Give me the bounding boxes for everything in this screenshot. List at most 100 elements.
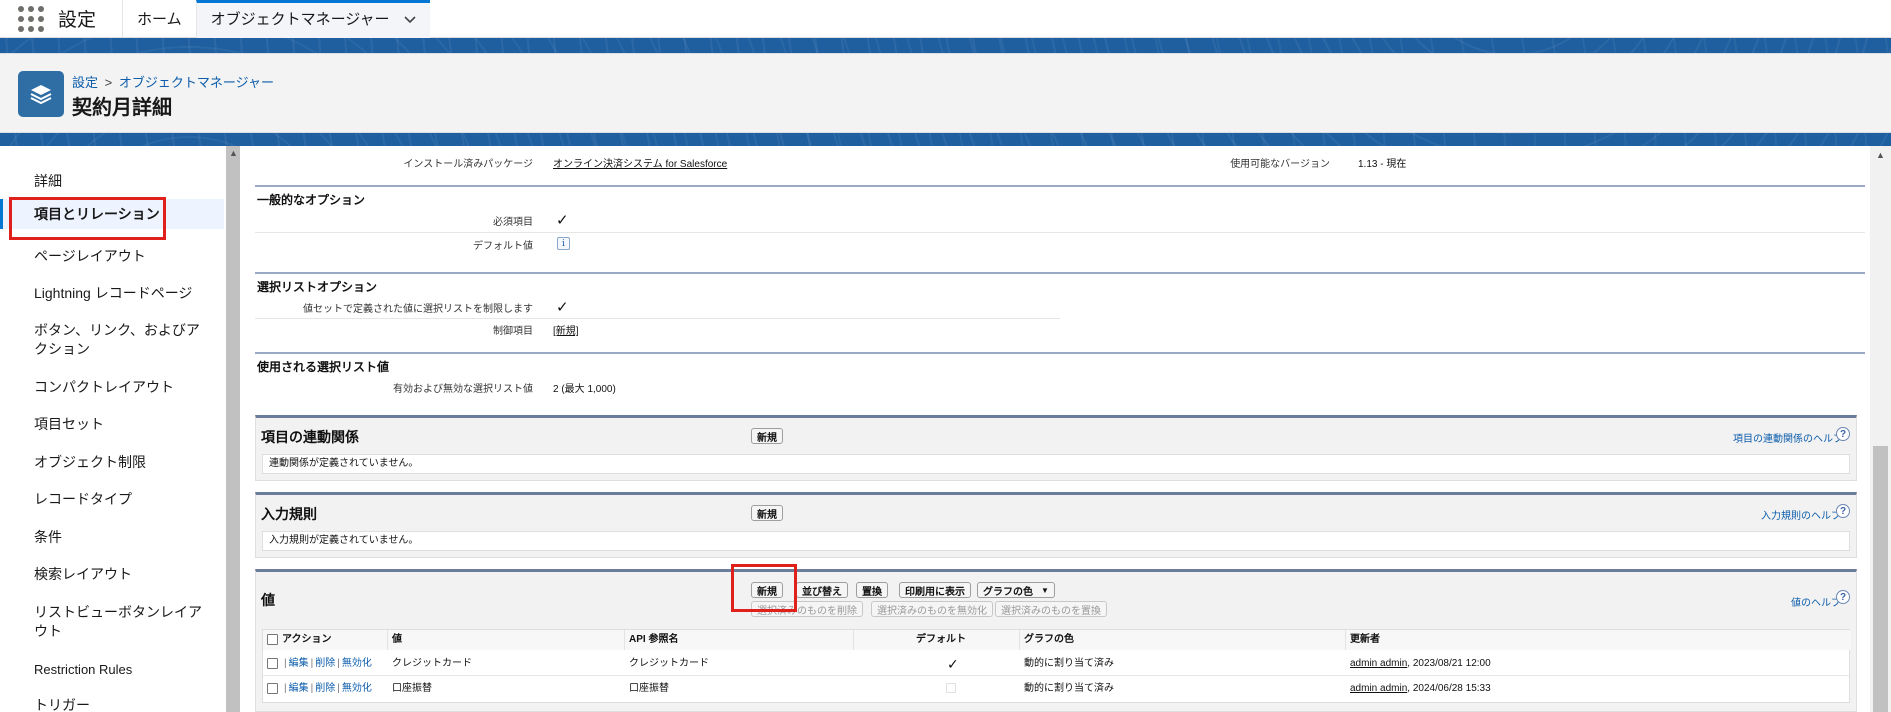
sidebar-item-triggers[interactable]: トリガー <box>0 696 224 712</box>
values-help-link[interactable]: 値のヘルプ <box>1791 594 1841 609</box>
breadcrumb-object-manager[interactable]: オブジェクトマネージャー <box>119 75 274 90</box>
modified-date: , 2023/08/21 12:00 <box>1407 658 1491 669</box>
chart-colors-dropdown[interactable]: グラフの色 ▼ <box>977 582 1055 598</box>
tab-home[interactable]: ホーム <box>122 0 196 38</box>
edit-link[interactable]: 編集 <box>289 683 309 694</box>
modified-user-link[interactable]: admin admin <box>1350 683 1407 694</box>
picklist-values-title: 使用される選択リスト値 <box>257 360 390 374</box>
delete-link[interactable]: 削除 <box>315 658 335 669</box>
tab-object-manager[interactable]: オブジェクトマネージャー <box>195 0 430 38</box>
sidebar-item-search-layouts[interactable]: 検索レイアウト <box>0 565 224 584</box>
page-header: 設定 > オブジェクトマネージャー 契約月詳細 <box>0 53 1891 133</box>
sidebar-item-list-view-button-layout[interactable]: リストビューボタンレイア <box>0 603 224 622</box>
sidebar-item-record-types[interactable]: レコードタイプ <box>0 490 224 509</box>
scroll-up-arrow-icon[interactable]: ▲ <box>229 148 238 158</box>
row-checkbox[interactable] <box>267 682 278 694</box>
sidebar-item-details[interactable]: 詳細 <box>0 172 224 191</box>
select-all-checkbox[interactable] <box>267 633 278 645</box>
row-checkbox[interactable] <box>267 657 278 669</box>
validation-empty-message: 入力規則が定義されていません。 <box>262 531 1850 551</box>
breadcrumb-separator: > <box>104 75 113 90</box>
app-launcher-icon[interactable] <box>16 4 46 34</box>
main-scroll-up-arrow-icon[interactable]: ▲ <box>1876 150 1885 160</box>
installed-package-link[interactable]: オンライン決済システム for Salesforce <box>553 155 727 170</box>
page-title: 契約月詳細 <box>72 97 172 119</box>
validation-help-link[interactable]: 入力規則のヘルプ <box>1761 507 1841 522</box>
column-header-chart-color[interactable]: グラフの色 <box>1020 630 1346 650</box>
delete-link[interactable]: 削除 <box>315 683 335 694</box>
action-separator: | <box>337 683 340 694</box>
controlling-field-new-link[interactable]: [新規] <box>553 322 579 337</box>
sidebar-item-object-limits[interactable]: オブジェクト制限 <box>0 453 224 472</box>
column-header-value[interactable]: 値 <box>388 630 625 650</box>
help-icon[interactable]: ? <box>1836 590 1850 604</box>
dependencies-empty-message: 連動関係が定義されていません。 <box>262 454 1850 474</box>
action-separator: | <box>310 658 314 669</box>
action-separator: | <box>310 683 314 694</box>
caret-down-icon: ▼ <box>1041 585 1049 595</box>
breadcrumb-setup[interactable]: 設定 <box>72 75 98 90</box>
sidebar-item-buttons-links-actions-cont[interactable]: クション <box>0 340 224 359</box>
table-row: | 編集 | 削除 | 無効化 クレジットカード クレジットカード ✓ 動的に割り当て済み… <box>263 652 1849 676</box>
installed-package-label: インストール済みパッケージ <box>403 159 533 170</box>
highlight-box-sidebar <box>9 197 166 240</box>
divider <box>255 352 1865 354</box>
validation-new-button[interactable]: 新規 <box>751 505 783 521</box>
column-header-action: アクション <box>263 630 388 650</box>
api-name-cell: クレジットカード <box>629 658 709 669</box>
action-separator: | <box>284 658 287 669</box>
sidebar-item-buttons-links-actions[interactable]: ボタン、リンク、およびア <box>0 321 224 340</box>
dependencies-new-button[interactable]: 新規 <box>751 428 783 444</box>
api-name-cell: 口座振替 <box>629 683 669 694</box>
picklist-options-title: 選択リストオプション <box>257 280 378 294</box>
sidebar-item-field-sets[interactable]: 項目セット <box>0 415 224 434</box>
default-value-label: デフォルト値 <box>473 241 533 252</box>
deactivate-link[interactable]: 無効化 <box>342 683 372 694</box>
values-section: 値 新規 並び替え 置換 印刷用に表示 グラフの色 ▼ 選択済みのものを削除 選… <box>255 569 1857 712</box>
dependencies-help-link[interactable]: 項目の連動関係のヘルプ <box>1733 430 1843 445</box>
sidebar-item-conditions[interactable]: 条件 <box>0 528 224 547</box>
divider <box>255 272 1865 274</box>
required-checkmark-icon: ✓ <box>556 212 569 229</box>
print-view-button[interactable]: 印刷用に表示 <box>899 582 971 598</box>
column-header-api-name[interactable]: API 参照名 <box>625 630 854 650</box>
table-row: | 編集 | 削除 | 無効化 口座振替 口座振替 動的に割り当て済み admin adm… <box>263 677 1849 701</box>
main-scrollbar[interactable]: ▲ <box>1870 146 1891 712</box>
main-scrollbar-thumb[interactable] <box>1873 446 1888 712</box>
sidebar-item-list-view-button-layout-cont[interactable]: ウト <box>0 622 224 641</box>
required-label: 必須項目 <box>493 217 533 228</box>
divider <box>255 232 1865 233</box>
available-version-value: 1.13 - 現在 <box>1358 159 1407 170</box>
validation-rules-section: 入力規則 新規 入力規則のヘルプ ? 入力規則が定義されていません。 <box>255 492 1857 558</box>
action-separator: | <box>284 683 287 694</box>
modified-user-link[interactable]: admin admin <box>1350 658 1407 669</box>
sidebar-item-page-layouts[interactable]: ページレイアウト <box>0 247 224 266</box>
replace-button[interactable]: 置換 <box>856 582 888 598</box>
replace-selected-button[interactable]: 選択済みのものを置換 <box>995 601 1107 617</box>
chevron-down-icon[interactable] <box>403 11 416 27</box>
modified-by-cell: admin admin, 2024/06/28 15:33 <box>1346 677 1491 701</box>
help-icon[interactable]: ? <box>1836 504 1850 518</box>
sidebar-item-lightning-record-pages[interactable]: Lightning レコードページ <box>0 284 224 303</box>
deactivate-link[interactable]: 無効化 <box>342 658 372 669</box>
action-separator: | <box>337 658 340 669</box>
column-header-default[interactable]: デフォルト <box>854 630 1020 650</box>
global-nav: 設定 ホーム オブジェクトマネージャー <box>0 0 1891 38</box>
sidebar-scrollbar[interactable]: ▲ <box>226 146 240 712</box>
deactivate-selected-button[interactable]: 選択済みのものを無効化 <box>871 601 993 617</box>
sidebar-item-compact-layouts[interactable]: コンパクトレイアウト <box>0 378 224 397</box>
field-dependencies-section: 項目の連動関係 新規 項目の連動関係のヘルプ ? 連動関係が定義されていません。 <box>255 415 1857 481</box>
reorder-button[interactable]: 並び替え <box>796 582 848 598</box>
edit-link[interactable]: 編集 <box>289 658 309 669</box>
active-inactive-value: 2 (最大 1,000) <box>553 384 616 395</box>
column-header-modified-by[interactable]: 更新者 <box>1346 630 1851 650</box>
app-name: 設定 <box>58 10 97 31</box>
sidebar-item-restriction-rules[interactable]: Restriction Rules <box>0 660 224 679</box>
default-empty-checkbox <box>942 677 956 701</box>
column-header-action-label: アクション <box>282 634 332 645</box>
layers-icon <box>18 71 64 117</box>
help-icon[interactable]: ? <box>1836 427 1850 441</box>
divider <box>255 318 1060 319</box>
info-icon[interactable]: i <box>557 237 570 250</box>
default-checkmark-icon: ✓ <box>947 656 959 672</box>
